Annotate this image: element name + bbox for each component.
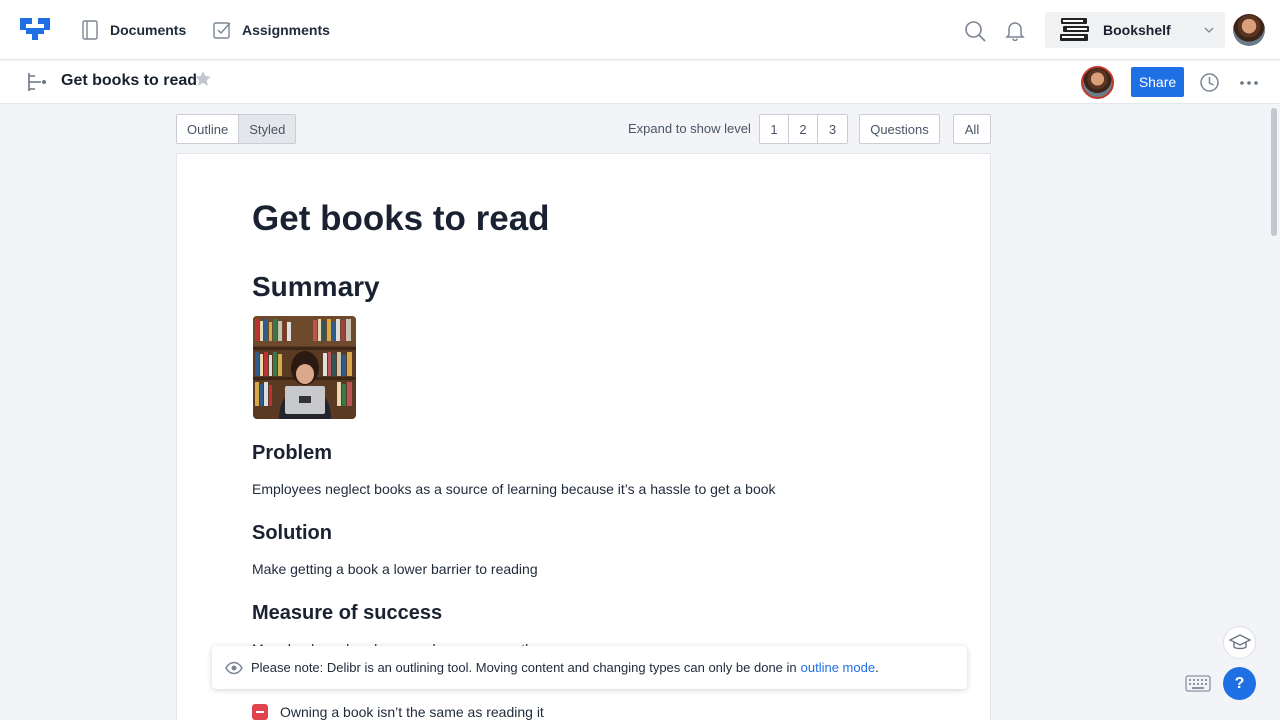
nav-assignments[interactable]: Assignments — [212, 0, 330, 60]
document-header: Get books to read Share — [0, 61, 1280, 104]
level-selector: 1 2 3 — [759, 114, 848, 144]
notice-suffix: . — [875, 660, 879, 675]
con-item[interactable]: Owning a book isn’t the same as reading … — [252, 704, 544, 720]
learn-button[interactable] — [1223, 626, 1256, 659]
con-item-text: Owning a book isn’t the same as reading … — [280, 704, 544, 720]
summary-image[interactable] — [253, 316, 356, 419]
level-1-button[interactable]: 1 — [760, 115, 789, 143]
outline-tree-icon[interactable] — [26, 71, 48, 93]
view-outline-button[interactable]: Outline — [177, 115, 240, 143]
checkbox-icon — [213, 22, 231, 39]
view-mode-toggle: Outline Styled — [176, 114, 297, 144]
keyboard-icon[interactable] — [1185, 675, 1211, 692]
document-card: Get books to read Summary Problem Employ… — [176, 153, 991, 720]
workspace-selector[interactable]: Bookshelf — [1045, 12, 1225, 48]
view-styled-button[interactable]: Styled — [239, 115, 296, 143]
scrollbar[interactable] — [1268, 104, 1280, 720]
books-stack-icon — [1060, 18, 1089, 41]
help-button[interactable]: ? — [1223, 667, 1256, 700]
document-icon — [82, 20, 98, 40]
nav-documents[interactable]: Documents — [80, 0, 186, 60]
expand-level-label: Expand to show level — [628, 121, 751, 136]
problem-text[interactable]: Employees neglect books as a source of l… — [252, 481, 776, 497]
collaborator-avatar[interactable] — [1081, 66, 1114, 99]
bell-icon[interactable] — [1004, 19, 1026, 41]
workspace-name: Bookshelf — [1103, 22, 1171, 38]
con-minus-icon — [252, 704, 268, 720]
level-3-button[interactable]: 3 — [818, 115, 847, 143]
document-title: Get books to read — [61, 72, 198, 89]
eye-icon — [225, 661, 243, 674]
notice-text: Please note: Delibr is an outlining tool… — [251, 660, 797, 675]
level-2-button[interactable]: 2 — [789, 115, 818, 143]
problem-heading[interactable]: Problem — [252, 442, 332, 465]
summary-heading[interactable]: Summary — [252, 271, 380, 303]
top-nav: Documents Assignments Bookshelf — [0, 0, 1280, 60]
solution-heading[interactable]: Solution — [252, 522, 332, 545]
all-levels-button[interactable]: All — [953, 114, 991, 144]
scrollbar-thumb[interactable] — [1271, 108, 1277, 236]
search-icon[interactable] — [964, 20, 986, 42]
outline-mode-notice: Please note: Delibr is an outlining tool… — [212, 646, 967, 689]
nav-assignments-label: Assignments — [242, 22, 330, 38]
outline-mode-link[interactable]: outline mode — [801, 660, 875, 675]
more-options-icon[interactable] — [1239, 75, 1259, 91]
solution-text[interactable]: Make getting a book a lower barrier to r… — [252, 561, 538, 577]
document-heading[interactable]: Get books to read — [252, 199, 550, 239]
chevron-down-icon — [1204, 27, 1214, 33]
questions-button[interactable]: Questions — [859, 114, 940, 144]
user-avatar[interactable] — [1233, 14, 1265, 46]
star-icon[interactable] — [194, 70, 212, 88]
share-button[interactable]: Share — [1131, 67, 1184, 97]
nav-documents-label: Documents — [110, 22, 187, 38]
success-heading[interactable]: Measure of success — [252, 602, 442, 625]
graduation-cap-icon — [1228, 633, 1251, 649]
history-icon[interactable] — [1199, 72, 1220, 93]
delibr-logo-icon[interactable] — [20, 18, 50, 40]
